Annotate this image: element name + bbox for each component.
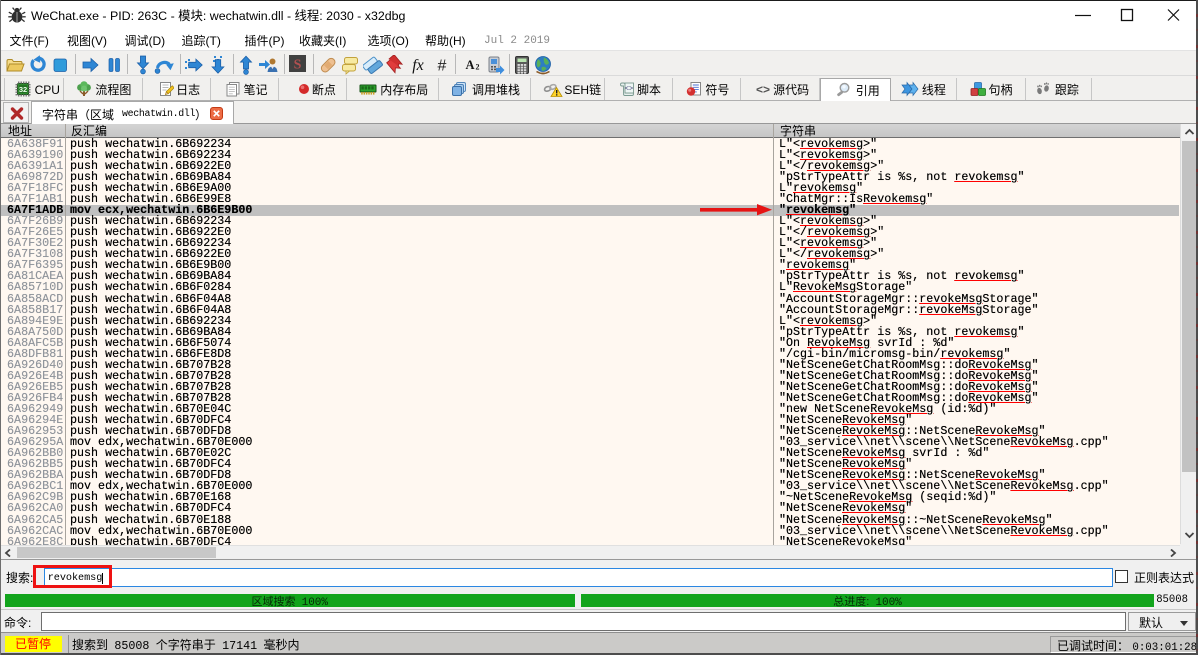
svg-text:32: 32 — [18, 85, 26, 94]
svg-text:<>: <> — [756, 82, 770, 96]
svg-text:S: S — [294, 58, 302, 73]
svg-text:fx: fx — [412, 57, 424, 74]
svg-text:<>: <> — [625, 85, 633, 93]
svg-text:#: # — [438, 58, 447, 75]
svg-text:A: A — [465, 58, 474, 72]
svg-text:2: 2 — [475, 63, 479, 72]
